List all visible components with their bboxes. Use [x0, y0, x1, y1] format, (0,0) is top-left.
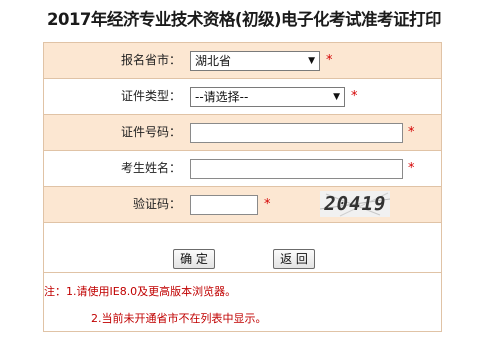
chevron-down-icon: ▼	[308, 56, 315, 66]
name-label: 考生姓名：	[120, 161, 181, 175]
form-row-cert-type: 证件类型： --请选择-- ▼ *	[44, 79, 441, 115]
required-mark: *	[264, 197, 271, 212]
cert-type-label: 证件类型：	[120, 89, 181, 103]
captcha-text: 20419	[322, 193, 389, 215]
chevron-down-icon: ▼	[333, 92, 340, 102]
province-select[interactable]: 湖北省 ▼	[190, 51, 320, 71]
page-title: 2017年经济专业技术资格(初级)电子化考试准考证打印	[46, 10, 442, 29]
form-row-name: 考生姓名： *	[44, 151, 441, 187]
province-label: 报名省市：	[120, 53, 181, 67]
button-bar: 确 定 返 回	[44, 223, 441, 273]
required-mark: *	[408, 161, 415, 176]
cert-number-label: 证件号码：	[120, 125, 181, 139]
confirm-button[interactable]: 确 定	[173, 249, 215, 269]
note-province: 2.当前未开通省市不在列表中显示。	[91, 312, 267, 325]
captcha-input[interactable]	[190, 195, 258, 215]
cert-number-input[interactable]	[190, 123, 403, 143]
back-button[interactable]: 返 回	[273, 249, 315, 269]
captcha-image[interactable]: 20419	[320, 191, 390, 217]
note-browser: 注：1.请使用IE8.0及更高版本浏览器。	[44, 285, 237, 298]
required-mark: *	[408, 125, 415, 140]
notes-section: 注：1.请使用IE8.0及更高版本浏览器。 2.当前未开通省市不在列表中显示。	[44, 273, 441, 331]
name-input[interactable]	[190, 159, 403, 179]
form-row-cert-number: 证件号码： *	[44, 115, 441, 151]
required-mark: *	[326, 53, 333, 68]
cert-type-select[interactable]: --请选择-- ▼	[190, 87, 345, 107]
cert-type-selected-value: --请选择--	[195, 90, 249, 104]
form-row-province: 报名省市： 湖北省 ▼ *	[44, 43, 441, 79]
required-mark: *	[351, 89, 358, 104]
captcha-label: 验证码：	[132, 197, 181, 211]
form-row-captcha: 验证码： * 20419	[44, 187, 441, 223]
admission-ticket-form: 报名省市： 湖北省 ▼ * 证件类型： --请选择-- ▼ * 证件号码： * …	[43, 42, 442, 332]
province-selected-value: 湖北省	[195, 54, 232, 68]
